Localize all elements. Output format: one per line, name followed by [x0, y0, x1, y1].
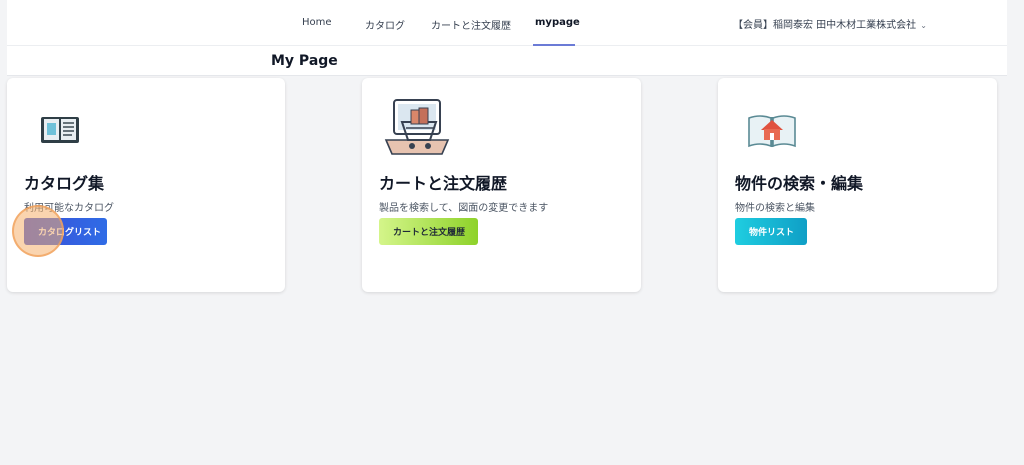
card-title: カートと注文履歴: [379, 174, 508, 193]
page-header: My Page: [7, 46, 1007, 76]
card-description: 物件の検索と編集: [735, 203, 815, 214]
card-title: 物件の検索・編集: [735, 174, 864, 193]
property-list-button[interactable]: 物件リスト: [735, 218, 807, 245]
cart-orders-button[interactable]: カートと注文履歴: [379, 218, 478, 245]
cart-orders-card: カートと注文履歴 製品を検索して、図面の変更できます カートと注文履歴: [362, 78, 641, 292]
catalog-card: カタログ集 利用可能なカタログ カタログリスト: [7, 78, 285, 292]
catalog-list-button[interactable]: カタログリスト: [24, 218, 107, 245]
open-book-icon: [39, 114, 81, 150]
card-title: カタログ集: [24, 174, 105, 193]
property-card: 物件の検索・編集 物件の検索と編集 物件リスト: [718, 78, 997, 292]
laptop-cart-icon: [382, 96, 452, 166]
page-title: My Page: [271, 53, 338, 69]
user-menu[interactable]: 【会員】稲岡泰宏 田中木材工業株式会社 ⌄: [733, 16, 927, 31]
chevron-down-icon: ⌄: [920, 21, 927, 30]
user-name: 【会員】稲岡泰宏 田中木材工業株式会社: [733, 20, 917, 31]
nav-cart-orders[interactable]: カートと注文履歴: [431, 17, 511, 32]
card-description: 製品を検索して、図面の変更できます: [379, 203, 549, 214]
nav-home[interactable]: Home: [302, 17, 332, 28]
top-navigation-bar: Home カタログ カートと注文履歴 mypage 【会員】稲岡泰宏 田中木材工…: [7, 0, 1007, 46]
house-book-icon: [747, 108, 797, 154]
card-description: 利用可能なカタログ: [24, 203, 114, 214]
nav-catalog[interactable]: カタログ: [365, 17, 405, 32]
nav-mypage[interactable]: mypage: [535, 17, 580, 28]
